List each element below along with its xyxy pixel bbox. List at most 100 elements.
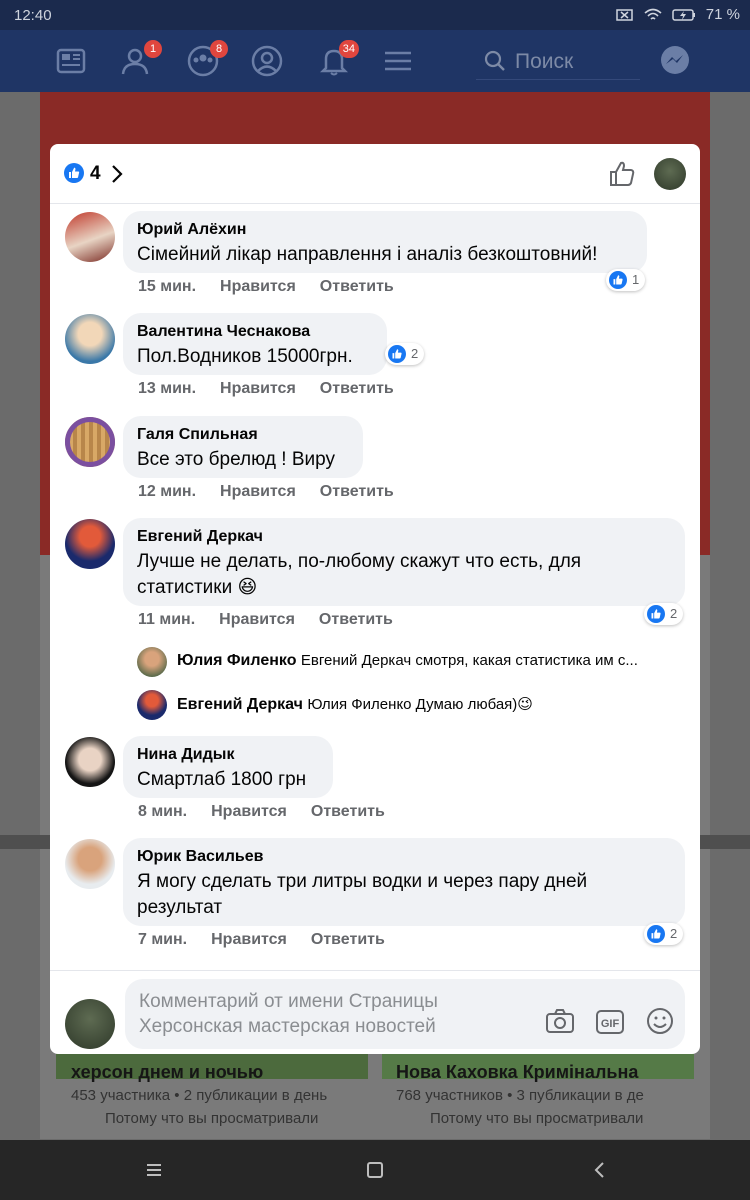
- camera-icon[interactable]: [544, 1005, 576, 1037]
- comment-author[interactable]: Юрий Алёхин: [137, 220, 633, 240]
- reply-author[interactable]: Юлия Филенко: [177, 652, 296, 669]
- comment-reply-link[interactable]: Ответить: [311, 931, 385, 948]
- comment-avatar[interactable]: [65, 839, 115, 889]
- modal-header: 4: [50, 144, 700, 204]
- comment-author[interactable]: Нина Дидык: [137, 745, 319, 765]
- comment-author[interactable]: Галя Спильная: [137, 425, 349, 445]
- home-icon[interactable]: [361, 1156, 389, 1184]
- comment-avatar[interactable]: [65, 314, 115, 364]
- reply-preview[interactable]: Юлия Филенко Евгений Деркач смотря, кака…: [177, 652, 682, 670]
- like-reaction-icon: [64, 163, 84, 183]
- comment-time[interactable]: 11 мин.: [138, 611, 195, 628]
- battery-level: 71 %: [705, 6, 740, 23]
- search-field[interactable]: Поиск: [476, 40, 640, 80]
- comment-author[interactable]: Юрик Васильев: [137, 847, 671, 867]
- reply-text: Евгений Деркач смотря, какая статистика …: [300, 652, 638, 669]
- gif-icon[interactable]: GIF: [594, 1005, 626, 1037]
- comment-bubble: Галя Спильная Все это брелюд ! Виру: [123, 416, 363, 478]
- comment-reply-link[interactable]: Ответить: [320, 380, 394, 397]
- group-card-1[interactable]: херсон днем и ночью 453 участника • 2 пу…: [71, 1062, 361, 1142]
- search-placeholder: Поиск: [515, 50, 574, 73]
- reply-text: Юлия Филенко Думаю любая)😉: [307, 696, 533, 713]
- back-icon[interactable]: [586, 1156, 614, 1184]
- like-button-icon[interactable]: [607, 159, 637, 189]
- comment-like-link[interactable]: Нравится: [220, 483, 296, 500]
- comment-text: Сімейний лікар направлення і аналіз безк…: [137, 244, 598, 265]
- reaction-count: 2: [411, 346, 419, 361]
- comment-reactions[interactable]: 1: [606, 269, 646, 291]
- comment-like-link[interactable]: Нравится: [220, 278, 296, 295]
- page-avatar[interactable]: [654, 158, 686, 190]
- comment-time[interactable]: 8 мин.: [138, 803, 187, 820]
- chevron-right-icon[interactable]: [110, 163, 124, 185]
- friend-requests-icon[interactable]: 1: [120, 40, 162, 78]
- like-reaction-icon: [647, 605, 665, 623]
- news-feed-icon[interactable]: [54, 44, 88, 78]
- comment-time[interactable]: 13 мин.: [138, 380, 196, 397]
- reaction-count[interactable]: 4: [90, 163, 101, 185]
- comment-text: Лучше не делать, по-любому скажут что ес…: [137, 551, 582, 598]
- comment-reply-link[interactable]: Ответить: [319, 611, 393, 628]
- comment-avatar[interactable]: [65, 737, 115, 787]
- comment-text: Я могу сделать три литры водки и через п…: [137, 871, 588, 918]
- comment-avatar[interactable]: [65, 212, 115, 262]
- battery-charging-icon: [672, 8, 695, 21]
- comment-like-link[interactable]: Нравится: [211, 803, 287, 820]
- messenger-icon[interactable]: [658, 44, 692, 78]
- notifications-badge: 34: [338, 40, 359, 58]
- comment-like-link[interactable]: Нравится: [220, 380, 296, 397]
- menu-hamburger-icon[interactable]: [381, 44, 415, 78]
- reaction-count: 1: [632, 272, 640, 287]
- reply-preview[interactable]: Евгений Деркач Юлия Филенко Думаю любая)…: [177, 695, 682, 714]
- comment-reply-link[interactable]: Ответить: [320, 278, 394, 295]
- comment-meta: 13 мин. Нравится Ответить: [138, 380, 418, 398]
- comment-like-link[interactable]: Нравится: [211, 931, 287, 948]
- status-time: 12:40: [14, 7, 52, 24]
- svg-text:GIF: GIF: [601, 1018, 620, 1030]
- notifications-bell-icon[interactable]: 34: [317, 40, 359, 78]
- group-card-reason: Потому что вы просматривали: [430, 1110, 644, 1127]
- comment-bubble: Евгений Деркач Лучше не делать, по-любом…: [123, 518, 685, 606]
- group-card-title: Нова Каховка Кримінальна: [396, 1062, 639, 1082]
- signal-off-icon: [616, 8, 633, 21]
- comment-reactions[interactable]: 2: [644, 923, 684, 945]
- comment-bubble: Нина Дидык Смартлаб 1800 грн: [123, 736, 333, 798]
- group-card-subtitle: 768 участников • 3 публикации в де: [396, 1087, 644, 1104]
- comment-reply-link[interactable]: Ответить: [311, 803, 385, 820]
- comment-text: Смартлаб 1800 грн: [137, 769, 307, 790]
- comment-bubble: Юрик Васильев Я могу сделать три литры в…: [123, 838, 685, 926]
- facebook-nav-bar: 1 8 34 Поиск: [0, 30, 750, 92]
- comments-modal: 4 Юрий Алёхин Сімейний лікар направлення…: [50, 144, 700, 1054]
- comment-input-placeholder-line2: Херсонская мастерская новостей: [139, 1016, 436, 1037]
- comment-author[interactable]: Валентина Чеснакова: [137, 322, 373, 342]
- emoji-icon[interactable]: [644, 1005, 676, 1037]
- comment-time[interactable]: 12 мин.: [138, 483, 196, 500]
- recent-apps-icon[interactable]: [140, 1156, 168, 1184]
- profile-icon[interactable]: [250, 44, 284, 78]
- comment-text: Пол.Водников 15000грн.: [137, 346, 353, 367]
- reply-avatar[interactable]: [137, 690, 167, 720]
- comment-avatar[interactable]: [65, 417, 115, 467]
- comment-reactions[interactable]: 2: [385, 343, 425, 365]
- groups-badge: 8: [210, 40, 228, 58]
- group-card-subtitle: 453 участника • 2 публикации в день: [71, 1087, 328, 1104]
- android-navigation-bar: [0, 1140, 750, 1200]
- comment-bubble: Юрий Алёхин Сімейний лікар направлення і…: [123, 211, 647, 273]
- group-card-2[interactable]: Нова Каховка Кримінальна 768 участников …: [396, 1062, 686, 1142]
- comment-time[interactable]: 7 мин.: [138, 931, 187, 948]
- groups-icon[interactable]: 8: [186, 40, 228, 78]
- page-avatar[interactable]: [65, 999, 115, 1049]
- comment-reactions[interactable]: 2: [644, 603, 684, 625]
- reply-author[interactable]: Евгений Деркач: [177, 696, 303, 713]
- comment-author[interactable]: Евгений Деркач: [137, 527, 671, 547]
- comment-like-link[interactable]: Нравится: [219, 611, 295, 628]
- comment-time[interactable]: 15 мин.: [138, 278, 196, 295]
- comment-avatar[interactable]: [65, 519, 115, 569]
- comment-text: Все это брелюд ! Виру: [137, 449, 335, 470]
- reply-avatar[interactable]: [137, 647, 167, 677]
- status-bar: 12:40 71 %: [0, 0, 750, 30]
- wifi-icon: [644, 8, 662, 20]
- comment-reply-link[interactable]: Ответить: [320, 483, 394, 500]
- like-reaction-icon: [647, 925, 665, 943]
- comment-input-placeholder-line1: Комментарий от имени Страницы: [139, 991, 438, 1012]
